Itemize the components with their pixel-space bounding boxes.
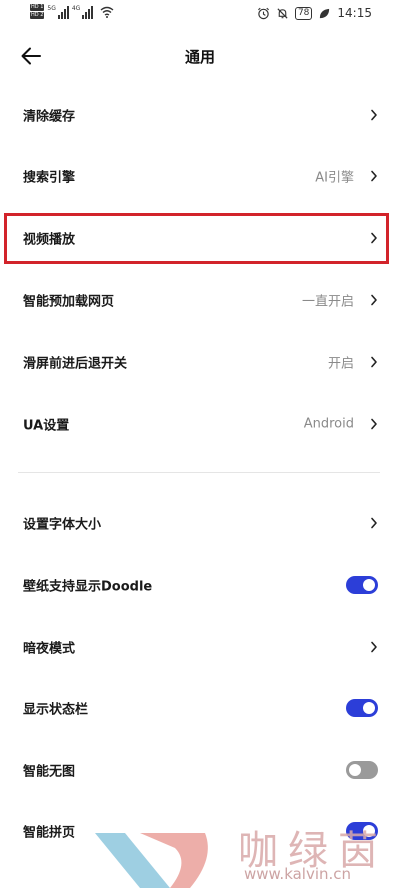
- page-title: 通用: [184, 48, 215, 66]
- setting-label: 暗夜模式: [23, 641, 76, 657]
- status-right: 78 14:15: [257, 6, 372, 20]
- sim2-badge: HD 2: [30, 12, 45, 19]
- chevron-right-icon: [371, 294, 377, 306]
- chevron-right-icon: [371, 418, 377, 430]
- setting-value: 一直开启: [301, 294, 354, 310]
- setting-row[interactable]: 显示状态栏: [0, 677, 400, 739]
- setting-row[interactable]: 壁纸支持显示Doodle: [0, 554, 400, 616]
- setting-value: Android: [303, 416, 354, 432]
- wifi-icon: [100, 6, 114, 18]
- setting-label: 壁纸支持显示Doodle: [23, 579, 153, 595]
- setting-row[interactable]: 设置字体大小: [0, 492, 400, 554]
- page-header: 通用: [0, 36, 400, 76]
- clock-time: 14:15: [337, 6, 372, 20]
- chevron-right-icon: [371, 356, 377, 368]
- setting-label: 智能无图: [23, 764, 76, 780]
- setting-row[interactable]: 视频播放: [0, 207, 400, 269]
- setting-label: 搜索引擎: [23, 170, 76, 186]
- section-divider: [18, 472, 380, 473]
- chevron-right-icon: [371, 109, 377, 121]
- setting-row[interactable]: 暗夜模式: [0, 616, 400, 678]
- toggle-knob: [349, 764, 361, 776]
- toggle-switch[interactable]: [346, 576, 378, 594]
- watermark-url: www.kalvin.cn: [244, 865, 352, 883]
- setting-label: 智能拼页: [23, 825, 76, 841]
- signal1-icon: 5G: [47, 5, 69, 19]
- setting-label: 视频播放: [23, 232, 76, 248]
- chevron-right-icon: [371, 517, 377, 529]
- chevron-right-icon: [371, 641, 377, 653]
- setting-label: 智能预加载网页: [23, 294, 115, 310]
- sim-indicators: HD 1 HD 2: [30, 4, 45, 19]
- sim1-badge: HD 1: [30, 4, 45, 11]
- setting-label: 设置字体大小: [23, 517, 102, 533]
- toggle-switch[interactable]: [346, 699, 378, 717]
- setting-row[interactable]: UA设置 Android: [0, 393, 400, 455]
- setting-label: 清除缓存: [23, 109, 76, 125]
- signal2-icon: 4G: [72, 5, 94, 19]
- toggle-knob: [363, 702, 375, 714]
- battery-icon: 78: [294, 6, 313, 20]
- setting-row[interactable]: 智能无图: [0, 739, 400, 801]
- setting-row[interactable]: 滑屏前进后退开关 开启: [0, 331, 400, 393]
- setting-row[interactable]: 智能预加载网页 一直开启: [0, 269, 400, 331]
- toggle-knob: [363, 579, 375, 591]
- status-bar: HD 1 HD 2 5G 4G 78 14:15: [0, 0, 400, 28]
- alarm-icon: [257, 7, 269, 19]
- setting-label: 滑屏前进后退开关: [23, 356, 128, 372]
- setting-value: AI引擎: [315, 170, 354, 186]
- signal-area: HD 1 HD 2 5G 4G: [30, 4, 114, 19]
- leaf-icon: [320, 8, 330, 18]
- setting-label: 显示状态栏: [23, 702, 89, 718]
- setting-row[interactable]: 搜索引擎 AI引擎: [0, 145, 400, 207]
- chevron-right-icon: [371, 170, 377, 182]
- mute-icon: [277, 7, 288, 19]
- chevron-right-icon: [371, 232, 377, 244]
- setting-label: UA设置: [23, 418, 70, 434]
- toggle-switch[interactable]: [346, 761, 378, 779]
- setting-row[interactable]: 清除缓存: [0, 84, 400, 146]
- setting-value: 开启: [327, 356, 354, 372]
